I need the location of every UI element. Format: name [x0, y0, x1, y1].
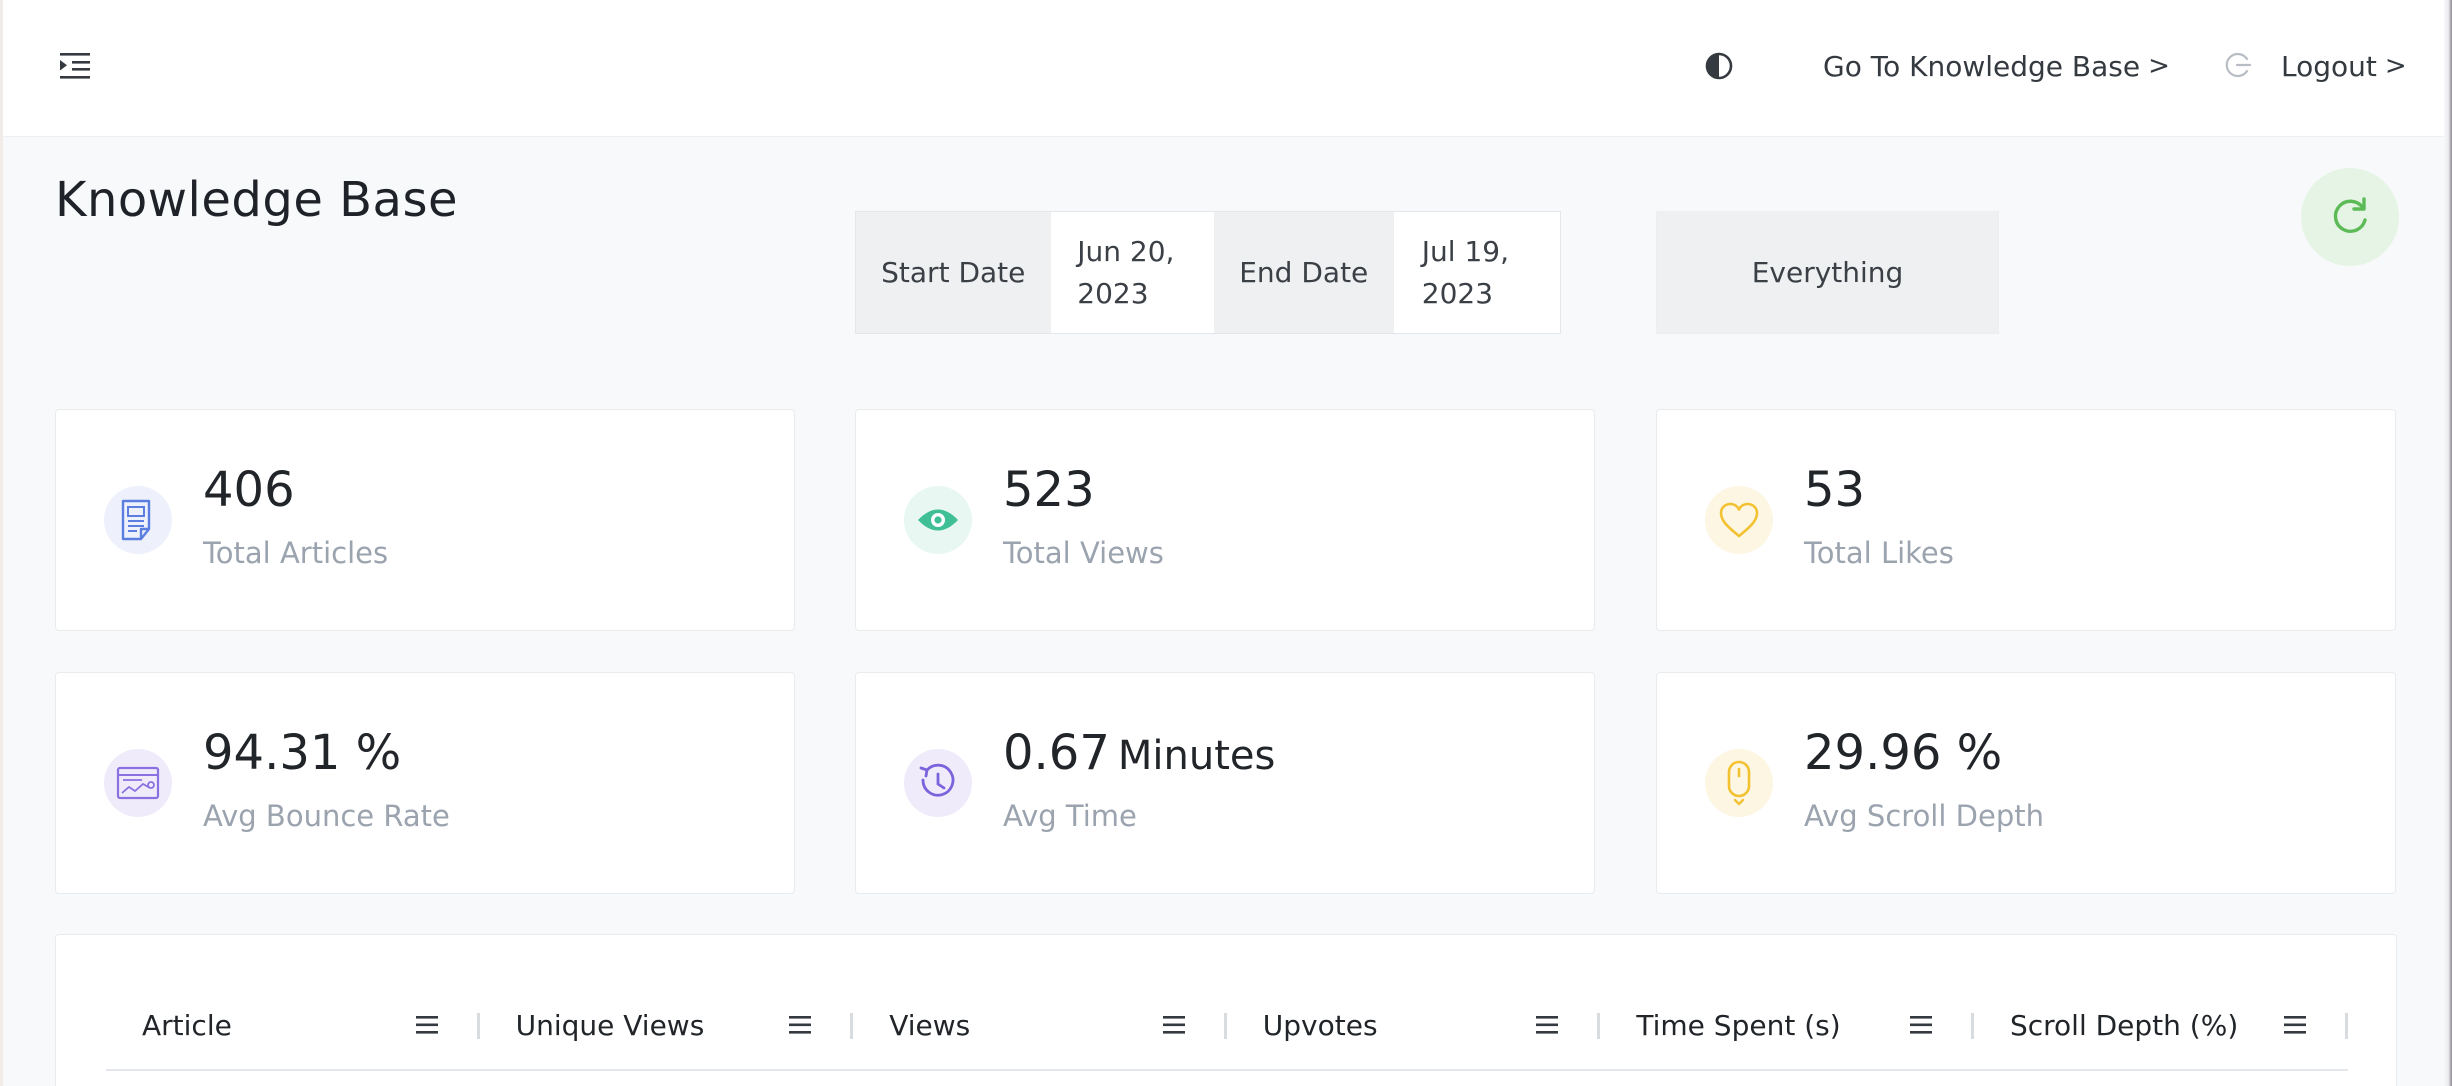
stat-card-total-articles: 406 Total Articles: [55, 409, 795, 631]
column-menu-icon[interactable]: [1161, 1013, 1187, 1037]
column-header-scroll-depth[interactable]: Scroll Depth (%): [1974, 987, 2348, 1063]
heart-icon: [1705, 486, 1773, 554]
stat-unit: Minutes: [1117, 733, 1276, 779]
column-menu-icon[interactable]: [414, 1013, 440, 1037]
kb-link-label: Go To Knowledge Base: [1823, 49, 2141, 83]
date-range-filter: Start Date Jun 20, 2023 End Date Jul 19,…: [855, 211, 1561, 334]
column-header-label: Upvotes: [1262, 1008, 1378, 1042]
eye-icon: [904, 486, 972, 554]
stat-number: 0.67: [1003, 725, 1110, 781]
column-header-time-spent[interactable]: Time Spent (s): [1600, 987, 1974, 1063]
logout-link[interactable]: Logout >: [2281, 44, 2407, 88]
stat-label: Total Likes: [1804, 536, 1954, 570]
menu-toggle-icon[interactable]: [55, 46, 95, 86]
stat-label: Avg Scroll Depth: [1804, 799, 2044, 833]
stat-value: 0.67 Minutes: [1003, 725, 1275, 781]
bounce-chart-icon: [104, 749, 172, 817]
logout-label: Logout: [2281, 49, 2377, 83]
window-edge: [2444, 0, 2452, 1086]
stat-number: 94.31 %: [203, 725, 402, 781]
column-header-label: Article: [142, 1008, 232, 1042]
column-menu-icon[interactable]: [1534, 1013, 1560, 1037]
stat-number: 406: [203, 462, 295, 518]
stat-label: Total Articles: [203, 536, 389, 570]
top-bar: Go To Knowledge Base > Logout >: [3, 0, 2444, 137]
articles-table: Article Unique Views Views Upvotes Time: [55, 934, 2397, 1086]
column-header-label: Unique Views: [515, 1008, 705, 1042]
mouse-icon: [1705, 749, 1773, 817]
stat-card-avg-time: 0.67 Minutes Avg Time: [855, 672, 1595, 894]
stat-label: Avg Time: [1003, 799, 1137, 833]
column-header-views[interactable]: Views: [853, 987, 1227, 1063]
stat-value: 523: [1003, 462, 1095, 518]
end-date-input[interactable]: Jul 19, 2023: [1393, 212, 1560, 333]
start-date-value: Jun 20, 2023: [1077, 234, 1175, 310]
chevron-right-icon: >: [2384, 51, 2407, 81]
stat-value: 53: [1804, 462, 1865, 518]
stat-label: Avg Bounce Rate: [203, 799, 450, 833]
go-to-knowledge-base-link[interactable]: Go To Knowledge Base >: [1823, 44, 2170, 88]
clock-icon: [904, 749, 972, 817]
theme-toggle-icon[interactable]: [1701, 48, 1737, 84]
column-menu-icon[interactable]: [2282, 1013, 2308, 1037]
stat-value: 406: [203, 462, 295, 518]
column-header-unique-views[interactable]: Unique Views: [480, 987, 854, 1063]
start-date-input[interactable]: Jun 20, 2023: [1050, 212, 1214, 333]
refresh-icon: [2333, 197, 2367, 233]
refresh-button[interactable]: [2301, 168, 2399, 266]
app-root: Go To Knowledge Base > Logout > Knowledg…: [0, 0, 2452, 1086]
stat-card-total-views: 523 Total Views: [855, 409, 1595, 631]
article-icon: [104, 486, 172, 554]
stat-value: 29.96 %: [1804, 725, 2002, 781]
stat-label: Total Views: [1003, 536, 1164, 570]
column-header-label: Scroll Depth (%): [2009, 1008, 2239, 1042]
column-menu-icon[interactable]: [1908, 1013, 1934, 1037]
stat-number: 523: [1003, 462, 1095, 518]
end-date-value: Jul 19, 2023: [1421, 234, 1509, 310]
column-header-label: Time Spent (s): [1636, 1008, 1841, 1042]
stat-number: 53: [1804, 462, 1866, 518]
stat-card-total-likes: 53 Total Likes: [1656, 409, 2396, 631]
column-header-label: Views: [889, 1008, 971, 1042]
stat-card-avg-scroll-depth: 29.96 % Avg Scroll Depth: [1656, 672, 2396, 894]
start-date-label: Start Date: [856, 212, 1051, 333]
table-header-row: Article Unique Views Views Upvotes Time: [106, 987, 2348, 1071]
logout-icon[interactable]: [2221, 48, 2255, 82]
stat-number: 29.96 %: [1804, 725, 2003, 781]
scope-select[interactable]: Everything: [1656, 211, 1999, 334]
column-header-article[interactable]: Article: [106, 987, 480, 1063]
column-header-upvotes[interactable]: Upvotes: [1227, 987, 1601, 1063]
column-resize-handle[interactable]: [2344, 1013, 2348, 1039]
stat-card-avg-bounce-rate: 94.31 % Avg Bounce Rate: [55, 672, 795, 894]
page-title: Knowledge Base: [55, 172, 458, 228]
column-menu-icon[interactable]: [787, 1013, 813, 1037]
chevron-right-icon: >: [2148, 51, 2170, 81]
stat-value: 94.31 %: [203, 725, 401, 781]
end-date-label: End Date: [1213, 212, 1394, 333]
